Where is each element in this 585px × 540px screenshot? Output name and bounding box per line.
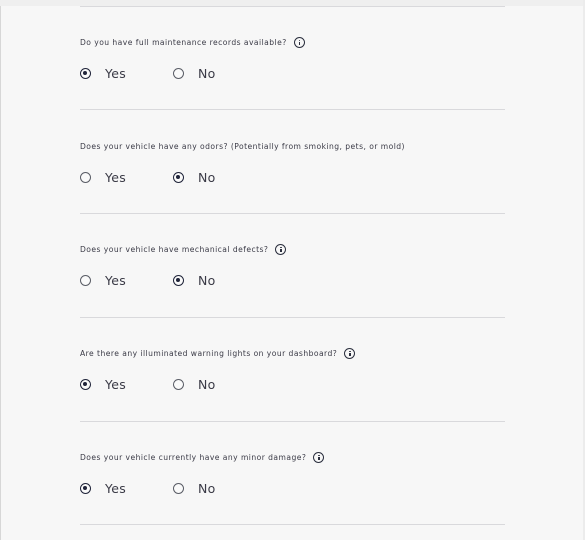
radio-button-selected[interactable] bbox=[80, 67, 91, 79]
option-label: No bbox=[198, 480, 216, 496]
radio-button-selected[interactable] bbox=[173, 274, 184, 286]
radio-button-selected[interactable] bbox=[173, 171, 184, 183]
info-icon[interactable] bbox=[293, 36, 305, 48]
option-label: Yes bbox=[105, 65, 127, 81]
radio-group-maintenance-records: Yes No bbox=[80, 64, 216, 82]
radio-button[interactable] bbox=[173, 378, 184, 390]
radio-option-no[interactable]: No bbox=[173, 377, 216, 392]
question-mechanical-defects: Does your vehicle have mechanical defect… bbox=[80, 240, 287, 258]
section-divider bbox=[80, 524, 505, 525]
info-icon[interactable] bbox=[344, 347, 356, 359]
question-odors: Does your vehicle have any odors? (Poten… bbox=[80, 137, 405, 155]
radio-button-selected[interactable] bbox=[80, 482, 91, 494]
option-label: Yes bbox=[105, 480, 127, 496]
radio-option-no[interactable]: No bbox=[173, 481, 216, 496]
question-text: Are there any illuminated warning lights… bbox=[80, 348, 338, 358]
question-maintenance-records: Do you have full maintenance records ava… bbox=[80, 33, 305, 51]
option-label: Yes bbox=[105, 169, 127, 185]
radio-option-yes[interactable]: Yes bbox=[80, 273, 173, 288]
section-divider bbox=[80, 109, 505, 110]
radio-option-yes[interactable]: Yes bbox=[80, 66, 173, 81]
section-divider bbox=[80, 317, 505, 318]
radio-group-minor-damage: Yes No bbox=[80, 479, 216, 497]
option-label: Yes bbox=[105, 376, 127, 392]
radio-button[interactable] bbox=[173, 482, 184, 494]
info-icon[interactable] bbox=[275, 243, 287, 255]
option-label: No bbox=[198, 272, 216, 288]
radio-group-odors: Yes No bbox=[80, 168, 216, 186]
radio-button[interactable] bbox=[80, 274, 91, 286]
question-text: Does your vehicle have any odors? (Poten… bbox=[80, 141, 405, 151]
radio-group-mechanical-defects: Yes No bbox=[80, 271, 216, 289]
option-label: Yes bbox=[105, 272, 127, 288]
radio-option-no[interactable]: No bbox=[173, 170, 216, 185]
question-text: Does your vehicle currently have any min… bbox=[80, 452, 307, 462]
question-text: Do you have full maintenance records ava… bbox=[80, 37, 287, 47]
question-minor-damage: Does your vehicle currently have any min… bbox=[80, 448, 325, 466]
radio-option-yes[interactable]: Yes bbox=[80, 377, 173, 392]
radio-option-yes[interactable]: Yes bbox=[80, 481, 173, 496]
radio-option-no[interactable]: No bbox=[173, 66, 216, 81]
radio-option-no[interactable]: No bbox=[173, 273, 216, 288]
radio-option-yes[interactable]: Yes bbox=[80, 170, 173, 185]
radio-button-selected[interactable] bbox=[80, 378, 91, 390]
option-label: No bbox=[198, 376, 216, 392]
radio-button[interactable] bbox=[80, 171, 91, 183]
question-text: Does your vehicle have mechanical defect… bbox=[80, 244, 269, 254]
radio-button[interactable] bbox=[173, 67, 184, 79]
info-icon[interactable] bbox=[313, 451, 325, 463]
option-label: No bbox=[198, 65, 216, 81]
radio-group-warning-lights: Yes No bbox=[80, 375, 216, 393]
section-divider bbox=[80, 213, 505, 214]
option-label: No bbox=[198, 169, 216, 185]
section-divider bbox=[80, 421, 505, 422]
section-divider bbox=[80, 6, 505, 7]
question-warning-lights: Are there any illuminated warning lights… bbox=[80, 344, 356, 362]
